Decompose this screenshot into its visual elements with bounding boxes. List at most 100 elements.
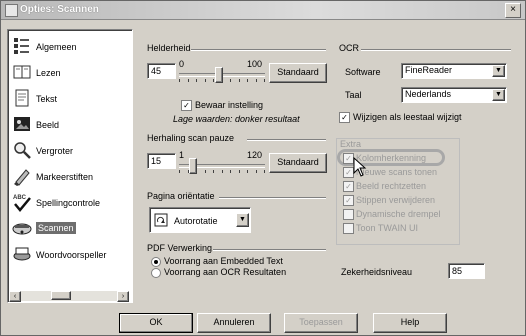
ocr-divider — [361, 49, 511, 51]
rotate-icon — [154, 213, 168, 227]
sidebar-item-scannen[interactable]: Scannen — [12, 216, 130, 242]
software-select[interactable]: FineReader ▼ — [401, 63, 507, 79]
despeckle-label: Stippen verwijderen — [356, 195, 436, 205]
repeat-divider — [247, 139, 326, 141]
slider-tick — [247, 79, 248, 82]
pdf-ocr-radio[interactable] — [151, 268, 161, 278]
orientation-divider — [219, 197, 326, 199]
pdf-embedded-label: Voorrang aan Embedded Text — [164, 256, 283, 266]
software-label: Software — [345, 67, 381, 77]
sidebar-item-label: Spellingcontrole — [36, 198, 101, 208]
repeat-slider[interactable] — [179, 158, 265, 176]
sidebar-item-label: Woordvoorspeller — [36, 250, 107, 260]
repeat-value-field[interactable]: 15 — [147, 153, 176, 169]
slider-tick — [230, 79, 231, 82]
slider-tick — [239, 170, 240, 173]
sidebar-item-label: Tekst — [36, 94, 58, 104]
language-select[interactable]: Nederlands ▼ — [401, 87, 507, 103]
slider-tick — [256, 170, 257, 173]
confidence-label: Zekerheidsniveau — [341, 267, 413, 277]
sidebar-item-spellingcontrole[interactable]: ABC Spellingcontrole — [12, 190, 130, 216]
slider-tick — [256, 79, 257, 82]
pdf-embedded-radio[interactable] — [151, 257, 161, 267]
slider-tick — [213, 79, 214, 82]
svg-text:ABC: ABC — [13, 195, 27, 201]
close-button[interactable]: × — [505, 3, 521, 18]
sidebar-item-algemeen[interactable]: Algemeen — [12, 34, 130, 60]
sidebar-item-vergroter[interactable]: Vergroter — [12, 138, 130, 164]
slider-tick — [264, 170, 265, 173]
slider-tick — [196, 170, 197, 173]
show-new-scans-label: Nieuwe scans tonen — [356, 167, 438, 177]
book-icon — [13, 65, 31, 79]
orientation-select[interactable]: Autorotatie ▼ — [149, 207, 251, 233]
chevron-down-icon[interactable]: ▼ — [492, 65, 505, 77]
slider-tick — [179, 170, 180, 173]
show-twain-checkbox[interactable] — [343, 223, 354, 234]
orientation-group-label: Pagina oriëntatie — [147, 191, 215, 201]
chevron-down-icon[interactable]: ▼ — [236, 213, 249, 227]
title-bar[interactable]: Opties: Scannen × — [1, 1, 525, 20]
change-with-language-label: Wijzigen als leestaal wijzigt — [353, 112, 462, 122]
show-twain-label: Toon TWAIN UI — [356, 223, 419, 233]
keep-setting-checkbox[interactable]: ✓ — [181, 100, 192, 111]
cancel-button[interactable]: Annuleren — [197, 313, 271, 333]
scroll-right-button[interactable]: › — [117, 291, 129, 302]
brightness-group-label: Helderheid — [147, 43, 191, 53]
mouse-cursor-icon — [353, 157, 367, 177]
change-with-language-checkbox[interactable]: ✓ — [339, 112, 350, 123]
slider-tick — [213, 170, 214, 173]
dynamic-threshold-checkbox[interactable] — [343, 209, 354, 220]
scroll-left-button[interactable]: ‹ — [9, 291, 21, 302]
sidebar-item-woordvoorspeller[interactable]: Woordvoorspeller — [12, 242, 130, 268]
magnifier-icon — [14, 142, 31, 159]
sidebar-item-label: Vergroter — [36, 146, 74, 156]
pdf-divider — [213, 249, 326, 251]
sidebar-item-tekst[interactable]: Tekst — [12, 86, 130, 112]
brightness-standard-button[interactable]: Standaard — [269, 63, 327, 83]
sidebar-item-lezen[interactable]: Lezen — [12, 60, 130, 86]
sidebar-item-markeerstiften[interactable]: Markeerstiften — [12, 164, 130, 190]
text-document-icon — [15, 89, 29, 107]
sidebar-item-label: Beeld — [36, 120, 60, 130]
ok-button[interactable]: OK — [119, 313, 193, 333]
brightness-value-field[interactable]: 45 — [147, 63, 176, 79]
app-icon — [5, 4, 18, 17]
image-icon — [14, 117, 30, 131]
options-dialog: Opties: Scannen × Algemeen Lezen Tekst B… — [0, 0, 526, 336]
help-button[interactable]: Help — [373, 313, 447, 333]
slider-tick — [196, 79, 197, 82]
scanner-icon — [12, 223, 32, 235]
deskew-label: Beeld rechtzetten — [356, 181, 427, 191]
extra-group-label: Extra — [340, 139, 362, 149]
software-value: FineReader — [405, 65, 453, 75]
brightness-hint: Lage waarden: donker resultaat — [173, 114, 300, 124]
despeckle-checkbox[interactable]: ✓ — [343, 195, 354, 206]
apply-button[interactable]: Toepassen — [284, 313, 358, 333]
spellcheck-icon: ABC — [13, 195, 31, 212]
brightness-slider[interactable] — [179, 67, 265, 85]
sidebar-item-label: Lezen — [36, 68, 61, 78]
brightness-divider — [191, 49, 326, 51]
confidence-field[interactable]: 85 — [448, 263, 485, 279]
sidebar-item-label: Algemeen — [36, 42, 77, 52]
word-prediction-icon — [13, 247, 31, 261]
slider-tick — [188, 79, 189, 82]
deskew-checkbox[interactable]: ✓ — [343, 181, 354, 192]
slider-tick — [247, 170, 248, 173]
sidebar-item-label: Markeerstiften — [36, 172, 94, 182]
keep-setting-label: Bewaar instelling — [195, 100, 264, 110]
slider-tick — [239, 79, 240, 82]
category-list[interactable]: Algemeen Lezen Tekst Beeld Vergroter Mar… — [7, 29, 133, 303]
sidebar-hscrollbar[interactable]: ‹ › — [9, 291, 129, 302]
slider-tick — [264, 79, 265, 82]
settings-list-icon — [14, 38, 29, 54]
repeat-standard-button[interactable]: Standaard — [269, 153, 327, 173]
sidebar-item-beeld[interactable]: Beeld — [12, 112, 130, 138]
pdf-ocr-label: Voorrang aan OCR Resultaten — [164, 267, 287, 277]
slider-tick — [179, 79, 180, 82]
chevron-down-icon[interactable]: ▼ — [492, 89, 505, 101]
scroll-thumb[interactable] — [51, 291, 71, 300]
language-label: Taal — [345, 90, 362, 100]
highlighter-icon — [14, 169, 30, 186]
